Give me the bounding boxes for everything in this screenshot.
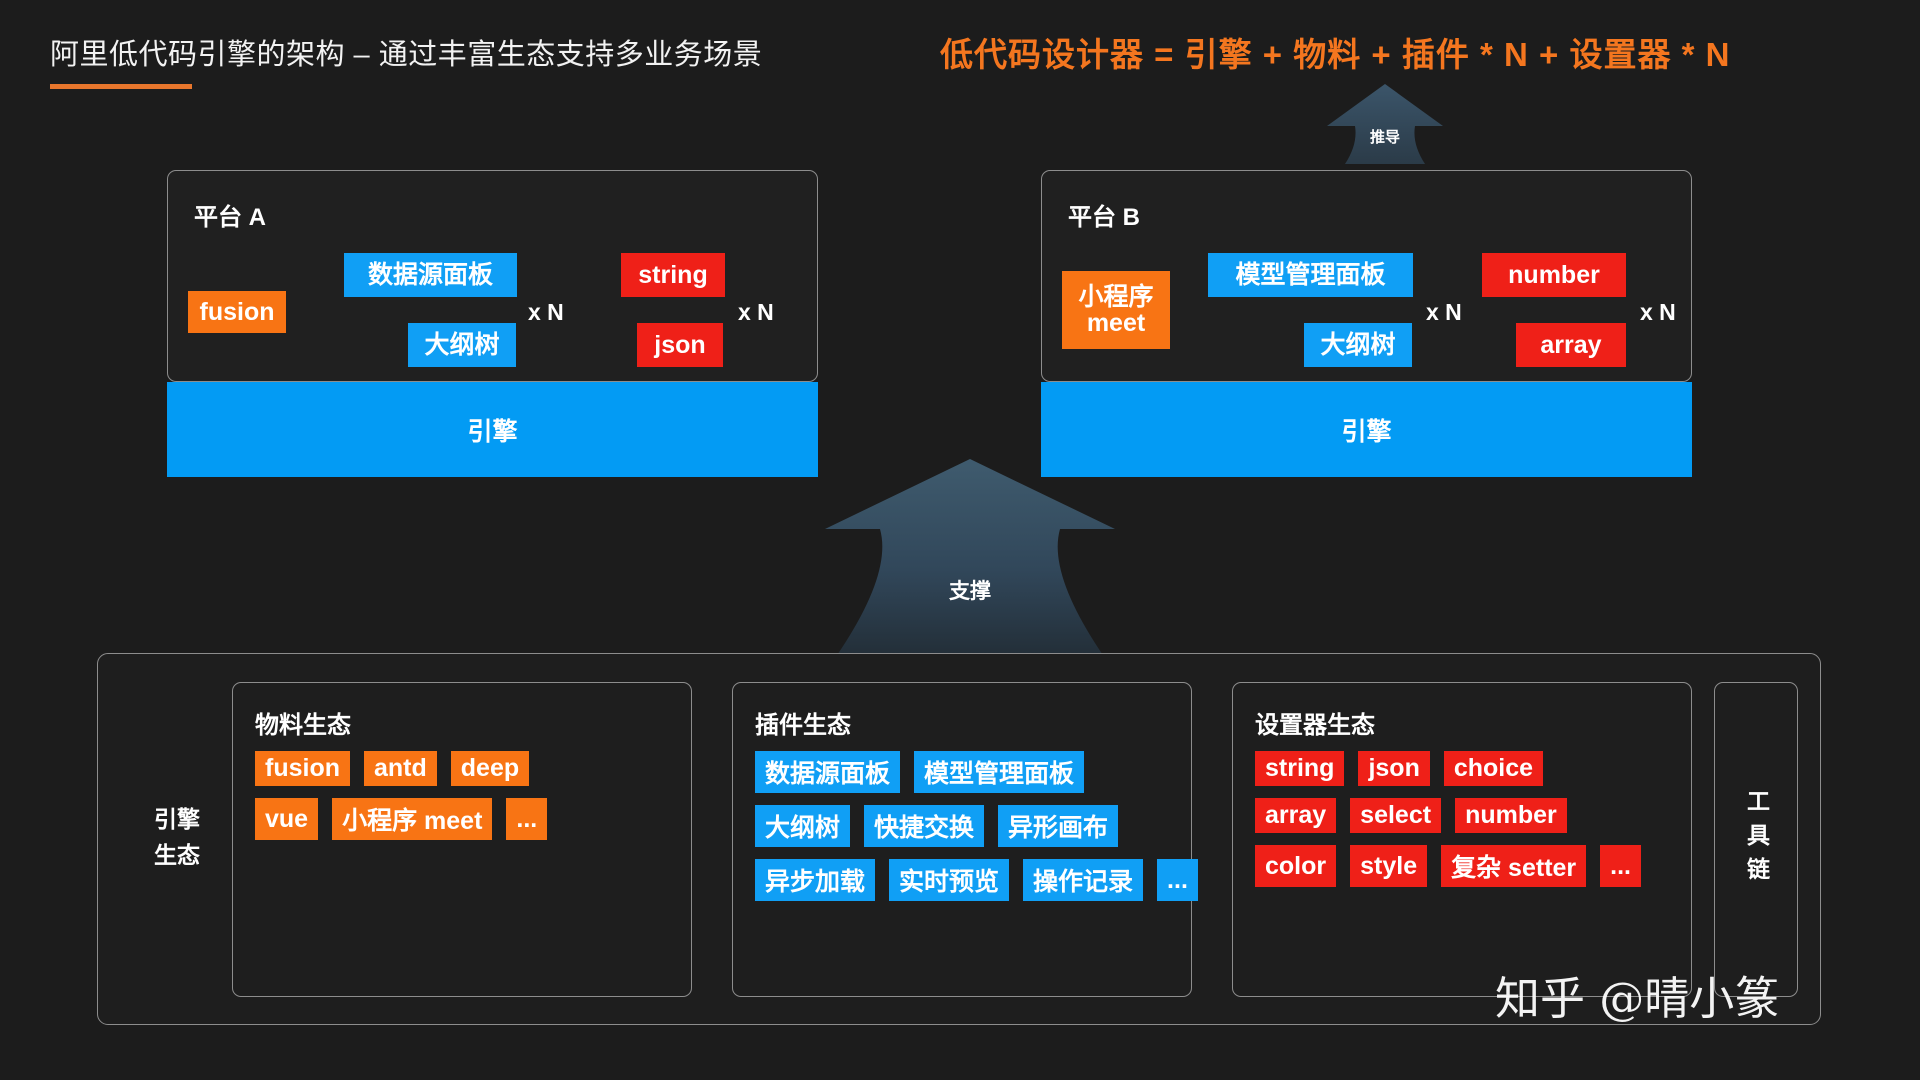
chip-outline-tree: 大纲树 (755, 805, 851, 847)
chip-live-preview: 实时预览 (889, 859, 1010, 901)
ecosystem-box-setters: 设置器生态 string json choice array select nu… (1232, 682, 1692, 997)
derive-arrow-label: 推导 (1369, 129, 1400, 146)
chip-more-plugins: ... (1157, 859, 1198, 901)
chip-number: number (1455, 798, 1567, 833)
support-arrow: 支撑 (815, 455, 1125, 665)
ecosystem-box-toolchain-label: 工具链 (1743, 788, 1770, 891)
page-title: 阿里低代码引擎的架构 – 通过丰富生态支持多业务场景 (50, 39, 763, 71)
platform-b-material-line1: 小程序 (1078, 282, 1154, 311)
chip-json: json (1358, 751, 1430, 786)
ecosystem-box-materials-chips: fusion antd deep vue 小程序 meet ... (255, 751, 677, 840)
ecosystem-left-label-line1: 引擎 (154, 806, 200, 832)
chip-string: string (1255, 751, 1345, 786)
platform-b-plugin-multiplier: x N (1426, 299, 1462, 325)
ecosystem-box-plugins: 插件生态 数据源面板 模型管理面板 大纲树 快捷交换 异形画布 异步加载 实时预… (732, 682, 1198, 997)
ecosystem-box-setters-title: 设置器生态 (1255, 712, 1375, 739)
chip-complex-setter: 复杂 setter (1441, 845, 1587, 887)
ecosystem-box-materials: 物料生态 fusion antd deep vue 小程序 meet ... (232, 682, 692, 997)
chip-more-setters: ... (1600, 845, 1641, 887)
chip-quick-swap: 快捷交换 (864, 805, 985, 847)
platform-a-setter-json: json (637, 323, 723, 367)
title-underline-accent (50, 84, 192, 89)
chip-row: color style 复杂 setter ... (1255, 845, 1677, 887)
chip-array: array (1255, 798, 1337, 833)
watermark: 知乎 @晴小篆 (1495, 972, 1780, 1025)
platform-a-plugin-outline-tree: 大纲树 (408, 323, 516, 367)
chip-vue: vue (255, 798, 319, 840)
chip-antd: antd (364, 751, 437, 786)
ecosystem-box-materials-title: 物料生态 (255, 712, 351, 739)
platform-b-plugin-outline-tree: 大纲树 (1304, 323, 1412, 367)
platform-a-plugin-multiplier: x N (528, 299, 564, 325)
chip-row: vue 小程序 meet ... (255, 798, 677, 840)
chip-row: array select number (1255, 798, 1677, 833)
platform-a-setter-multiplier: x N (738, 299, 774, 325)
chip-datasource-panel: 数据源面板 (755, 751, 901, 793)
chip-select: select (1350, 798, 1442, 833)
platform-a-title: 平台 A (194, 204, 266, 231)
chip-row: 异步加载 实时预览 操作记录 ... (755, 859, 1198, 901)
platform-a-panel: 平台 A fusion 数据源面板 大纲树 x N string json x … (167, 170, 818, 382)
ecosystem-box-plugins-chips: 数据源面板 模型管理面板 大纲树 快捷交换 异形画布 异步加载 实时预览 操作记… (755, 751, 1198, 901)
chip-style: style (1350, 845, 1428, 887)
platform-b-material-line2: meet (1086, 309, 1146, 337)
chip-row: string json choice (1255, 751, 1677, 786)
chip-choice: choice (1443, 751, 1544, 786)
ecosystem-box-toolchain: 工具链 (1714, 682, 1798, 997)
formula-headline: 低代码设计器 = 引擎 + 物料 + 插件 * N + 设置器 * N (940, 36, 1731, 73)
platform-b-title: 平台 B (1068, 204, 1140, 231)
platform-b-setter-number: number (1482, 253, 1626, 297)
chip-operation-record: 操作记录 (1023, 859, 1144, 901)
chip-row: 数据源面板 模型管理面板 (755, 751, 1177, 793)
chip-deep: deep (450, 751, 530, 786)
platform-a-material-fusion: fusion (188, 291, 286, 333)
platform-b-panel: 平台 B 小程序 meet 模型管理面板 大纲树 x N number arra… (1041, 170, 1692, 382)
ecosystem-left-label: 引擎 生态 (122, 802, 232, 873)
platform-b-engine-bar: 引擎 (1041, 382, 1692, 477)
chip-async-load: 异步加载 (755, 859, 876, 901)
chip-model-manage-panel: 模型管理面板 (914, 751, 1085, 793)
platform-a-setter-string: string (621, 253, 725, 297)
derive-arrow: 推导 (1315, 82, 1455, 166)
platform-a-plugin-datasource-panel: 数据源面板 (344, 253, 517, 297)
support-arrow-label: 支撑 (949, 580, 991, 603)
chip-fusion: fusion (255, 751, 350, 786)
platform-b-material-miniprogram-meet: 小程序 meet (1062, 271, 1170, 349)
ecosystem-box-setters-chips: string json choice array select number c… (1255, 751, 1677, 887)
ecosystem-left-label-line2: 生态 (154, 841, 200, 868)
chip-row: fusion antd deep (255, 751, 677, 786)
chip-irregular-canvas: 异形画布 (998, 805, 1119, 847)
chip-row: 大纲树 快捷交换 异形画布 (755, 805, 1177, 847)
chip-color: color (1255, 845, 1337, 887)
chip-miniprogram-meet: 小程序 meet (332, 798, 493, 840)
ecosystem-box-plugins-title: 插件生态 (755, 712, 851, 739)
chip-more-materials: ... (506, 798, 548, 840)
platform-b-setter-multiplier: x N (1640, 299, 1676, 325)
platform-a-engine-bar: 引擎 (167, 382, 818, 477)
platform-b-plugin-model-panel: 模型管理面板 (1208, 253, 1413, 297)
platform-b-setter-array: array (1516, 323, 1626, 367)
